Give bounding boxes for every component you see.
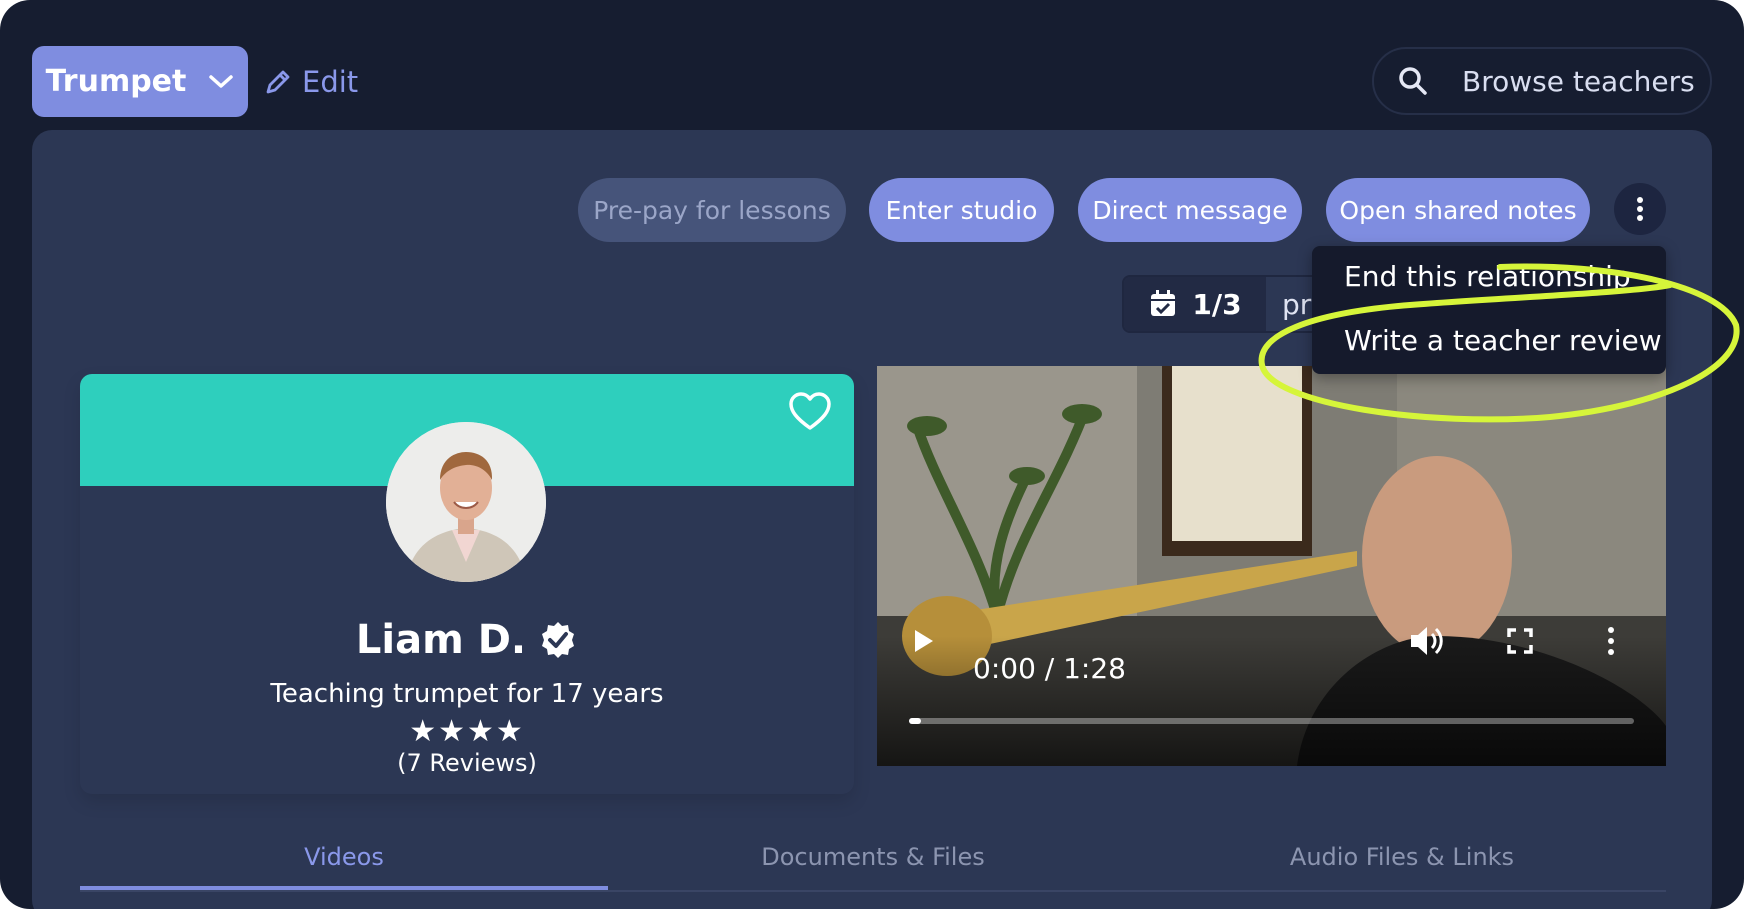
more-options-menu: End this relationship Write a teacher re… <box>1312 246 1666 374</box>
open-shared-notes-button[interactable]: Open shared notes <box>1326 178 1590 242</box>
tab-videos[interactable]: Videos <box>80 840 608 890</box>
more-options-button[interactable] <box>1614 183 1666 235</box>
edit-label: Edit <box>302 65 359 99</box>
teacher-name: Liam D. <box>355 617 527 663</box>
lesson-counter-badge: 1/3 <box>1124 277 1266 331</box>
browse-teachers-label: Browse teachers <box>1462 64 1695 98</box>
prepay-button[interactable]: Pre-pay for lessons <box>578 178 846 242</box>
pencil-icon <box>266 70 290 94</box>
video-progress-fill <box>909 718 921 724</box>
heart-icon[interactable] <box>788 392 832 432</box>
video-progress-bar[interactable] <box>909 718 1634 724</box>
lesson-count-text: 1/3 <box>1192 287 1242 321</box>
tab-audio-files-links[interactable]: Audio Files & Links <box>1138 840 1666 888</box>
chevron-down-icon <box>209 74 234 88</box>
browse-teachers-button[interactable]: Browse teachers <box>1372 47 1712 115</box>
verified-badge-icon <box>542 622 575 658</box>
direct-message-button[interactable]: Direct message <box>1078 178 1302 242</box>
review-count: (7 Reviews) <box>397 749 537 777</box>
lesson-counter-trailing: pr <box>1282 287 1312 321</box>
search-icon <box>1399 67 1427 95</box>
teacher-tagline: Teaching trumpet for 17 years <box>270 679 664 709</box>
instrument-select[interactable]: Trumpet <box>32 46 248 117</box>
teacher-avatar <box>386 422 546 582</box>
content-tabs: Videos Documents & Files Audio Files & L… <box>80 840 1666 892</box>
video-time: 0:00 / 1:28 <box>973 652 1126 685</box>
tab-documents-files[interactable]: Documents & Files <box>609 840 1137 888</box>
instrument-label: Trumpet <box>45 64 187 99</box>
menu-item-end-relationship[interactable]: End this relationship <box>1344 260 1631 293</box>
avatar-image <box>386 422 546 582</box>
video-more-icon[interactable] <box>1607 626 1615 656</box>
play-icon[interactable] <box>911 628 937 654</box>
volume-icon[interactable] <box>1409 624 1445 658</box>
rating-stars: ★★★★ <box>409 714 525 749</box>
calendar-check-icon <box>1151 290 1176 316</box>
intro-video-player[interactable]: 0:00 / 1:28 <box>877 366 1666 766</box>
menu-item-write-review[interactable]: Write a teacher review <box>1344 324 1662 357</box>
more-vertical-icon <box>1637 197 1643 221</box>
enter-studio-button[interactable]: Enter studio <box>869 178 1054 242</box>
teacher-profile-card: Liam D. Teaching trumpet for 17 years ★★… <box>80 374 854 794</box>
teacher-name-row: Liam D. <box>80 617 854 663</box>
fullscreen-icon[interactable] <box>1507 628 1533 654</box>
app-window: Trumpet Edit Browse teachers Pre-pay for… <box>0 0 1744 909</box>
edit-link[interactable]: Edit <box>264 60 358 104</box>
